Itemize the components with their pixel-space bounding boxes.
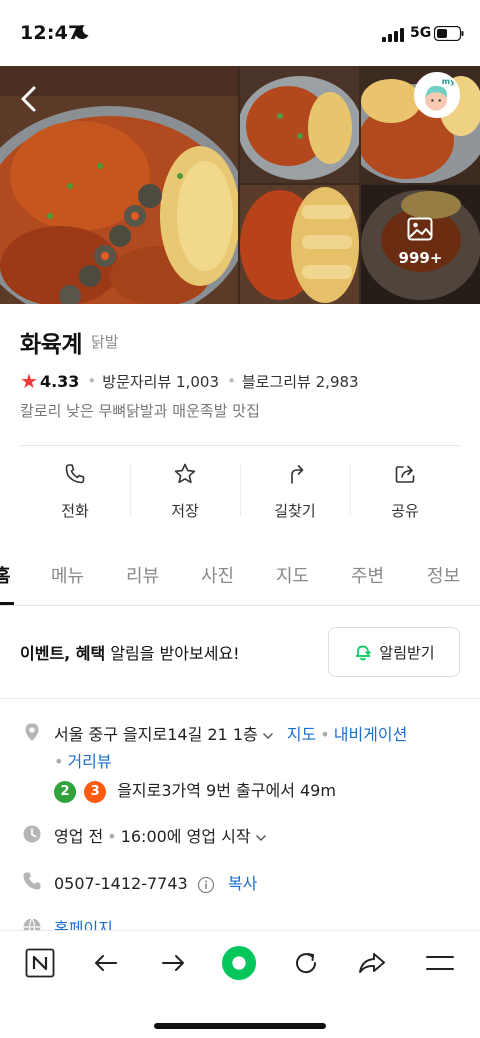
bell-plus-icon <box>356 645 372 661</box>
more-photos-overlay[interactable]: 999+ <box>361 185 480 304</box>
event-rest-text: 알림을 받아보세요! <box>105 644 240 663</box>
tab-bar: 홈 메뉴 리뷰 사진 지도 주변 정보 <box>0 540 480 606</box>
blog-reviews-link[interactable]: 블로그리뷰 2,983 <box>242 371 359 392</box>
street-view-row: • 거리뷰 <box>54 748 112 772</box>
save-label: 저장 <box>171 502 199 520</box>
active-tab-indicator <box>0 602 14 605</box>
green-dot-button[interactable] <box>221 945 257 981</box>
tab-reviews[interactable]: 리뷰 <box>126 562 159 588</box>
separator-dot: • <box>54 752 64 771</box>
food-photo-image <box>240 66 359 183</box>
arrow-right-icon <box>162 955 184 971</box>
rating-value: 4.33 <box>39 371 80 391</box>
more-photos-count: 999+ <box>398 249 443 267</box>
map-link[interactable]: 지도 <box>287 725 316 744</box>
signal-icon <box>382 28 404 42</box>
share-button[interactable] <box>354 945 390 981</box>
avatar-icon: my <box>416 74 458 116</box>
share-icon <box>395 465 415 483</box>
subway-row: 2 3 을지로3가역 9번 출구에서 49m <box>54 777 336 803</box>
clock-icon <box>23 825 41 843</box>
subway-text: 을지로3가역 9번 출구에서 49m <box>117 781 336 800</box>
naver-n-icon <box>25 948 55 978</box>
place-description: 칼로리 낮은 무뼈닭발과 매운족발 맛집 <box>20 402 260 420</box>
address-text[interactable]: 서울 중구 을지로14길 21 1층 <box>54 725 258 744</box>
share-button[interactable]: 공유 <box>350 458 460 520</box>
hamburger-menu-icon <box>426 956 454 970</box>
green-dot-icon <box>221 945 257 981</box>
event-bold-text: 이벤트, 혜택 <box>20 644 106 663</box>
directions-button[interactable]: 길찾기 <box>240 458 350 520</box>
notification-button-label: 알림받기 <box>379 643 435 662</box>
photo-thumb-1[interactable] <box>240 66 359 183</box>
my-avatar[interactable]: my <box>414 72 460 118</box>
visitor-reviews-link[interactable]: 방문자리뷰 1,003 <box>102 371 219 392</box>
separator-dot: • <box>87 372 97 390</box>
navigation-link[interactable]: 내비게이션 <box>334 725 408 744</box>
place-name: 화육계 <box>20 332 82 358</box>
place-category: 닭발 <box>91 333 119 351</box>
status-time: 12:47 <box>20 22 82 44</box>
battery-icon <box>434 26 464 41</box>
forward-button[interactable] <box>155 945 191 981</box>
directions-icon <box>291 465 304 484</box>
food-photo-image <box>240 185 359 304</box>
tab-nearby[interactable]: 주변 <box>351 562 384 588</box>
info-icon[interactable] <box>197 876 215 894</box>
separator-dot: • <box>107 827 117 846</box>
photo-thumb-3[interactable] <box>240 185 359 304</box>
phone-icon <box>23 872 41 890</box>
address-row: 서울 중구 을지로14길 21 1층 지도 • 내비게이션 <box>54 721 407 745</box>
phone-icon <box>65 464 85 484</box>
star-icon: ★ <box>20 369 38 393</box>
hours-status: 영업 전 <box>54 827 104 846</box>
event-banner-text: 이벤트, 혜택 알림을 받아보세요! <box>20 640 240 664</box>
divider <box>20 445 460 446</box>
hours-row[interactable]: 영업 전 • 16:00에 영업 시작 <box>54 823 267 847</box>
refresh-button[interactable] <box>288 945 324 981</box>
call-label: 전화 <box>61 502 89 520</box>
share-label: 공유 <box>391 502 419 520</box>
directions-label: 길찾기 <box>274 502 316 520</box>
back-button[interactable] <box>88 945 124 981</box>
rating-row: ★ 4.33 • 방문자리뷰 1,003 • 블로그리뷰 2,983 <box>20 370 367 392</box>
refresh-icon <box>296 953 317 974</box>
menu-button[interactable] <box>422 945 458 981</box>
arrow-left-icon <box>95 955 117 971</box>
tab-info[interactable]: 정보 <box>427 562 460 588</box>
phone-number[interactable]: 0507-1412-7743 <box>54 874 188 893</box>
network-type: 5G <box>410 25 432 41</box>
status-bar: 12:47 5G <box>0 0 480 66</box>
chevron-down-icon[interactable] <box>262 730 274 742</box>
browser-toolbar <box>0 930 480 1038</box>
star-icon <box>174 463 196 484</box>
tab-map[interactable]: 지도 <box>276 562 309 588</box>
home-indicator <box>154 1023 326 1029</box>
back-arrow-icon[interactable] <box>12 82 46 116</box>
divider <box>0 698 480 699</box>
separator-dot: • <box>320 725 330 744</box>
subway-line-3-badge: 3 <box>84 780 107 803</box>
separator-dot: • <box>227 372 236 390</box>
street-view-link[interactable]: 거리뷰 <box>67 752 111 771</box>
image-icon <box>407 217 433 241</box>
notification-button[interactable]: 알림받기 <box>328 627 460 677</box>
share-arrow-icon <box>359 953 385 973</box>
copy-link[interactable]: 복사 <box>228 874 257 893</box>
call-button[interactable]: 전화 <box>20 458 130 520</box>
tab-photos[interactable]: 사진 <box>201 562 234 588</box>
location-pin-icon <box>25 723 39 741</box>
save-button[interactable]: 저장 <box>130 458 240 520</box>
tab-menu[interactable]: 메뉴 <box>51 562 84 588</box>
hours-text: 16:00에 영업 시작 <box>120 827 251 846</box>
phone-row: 0507-1412-7743 복사 <box>54 870 257 894</box>
chevron-down-icon[interactable] <box>255 832 267 844</box>
action-bar: 전화 저장 길찾기 공유 <box>20 458 460 520</box>
naver-home-button[interactable] <box>22 945 58 981</box>
tab-home[interactable]: 홈 <box>0 562 11 588</box>
moon-icon <box>75 25 89 40</box>
subway-line-2-badge: 2 <box>54 780 76 803</box>
